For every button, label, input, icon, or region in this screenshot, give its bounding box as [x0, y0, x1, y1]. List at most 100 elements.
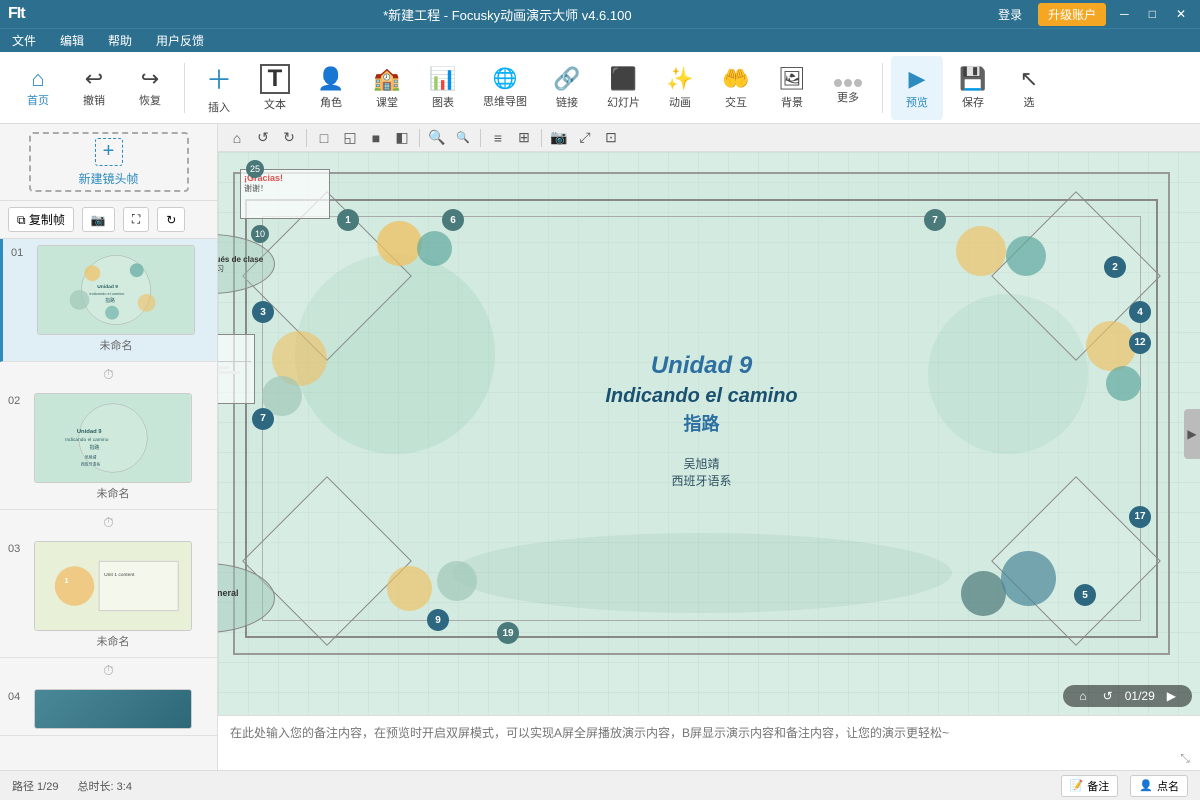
badge-side-left: 7 — [252, 408, 274, 430]
toolbar-animation[interactable]: ✨ 动画 — [654, 56, 706, 120]
divider-icon-3: ⏱ — [103, 662, 114, 679]
circle-dark-2 — [1001, 551, 1056, 606]
toolbar-home-label: 首页 — [27, 92, 49, 108]
notes-input[interactable] — [218, 716, 1170, 770]
toolbar-text-label: 文本 — [264, 96, 286, 112]
menu-edit[interactable]: 编辑 — [56, 30, 88, 51]
slide-number-1: 01 — [11, 247, 29, 259]
toolbar-mindmap[interactable]: 🌐 思维导图 — [473, 56, 537, 120]
badge-3: 3 — [252, 301, 274, 323]
sec-zoom-out-btn[interactable]: 🔍 — [452, 127, 474, 149]
toolbar-text[interactable]: T 文本 — [249, 56, 301, 120]
toolbar-insert-label: 插入 — [208, 99, 230, 115]
toolbar-undo[interactable]: ↩ 撤销 — [68, 56, 120, 120]
statusbar-left: 路径 1/29 总时长: 3:4 — [12, 778, 132, 794]
page-next-button[interactable]: ▶ — [1163, 689, 1180, 703]
sec-zoom-in-btn[interactable]: 🔍 — [426, 127, 448, 149]
toolbar-home[interactable]: ⌂ 首页 — [12, 56, 64, 120]
slide-icon: ⬛ — [610, 66, 637, 92]
sec-grid2-btn[interactable]: ⊡ — [600, 127, 622, 149]
slide-item-4[interactable]: 04 — [0, 683, 217, 736]
close-button[interactable]: ✕ — [1170, 7, 1192, 21]
sec-home-btn[interactable]: ⌂ — [226, 127, 248, 149]
menu-help[interactable]: 帮助 — [104, 30, 136, 51]
toolbar-chart[interactable]: 📊 图表 — [417, 56, 469, 120]
slide-thumb-3-inner: 1 Unit 1 content — [35, 542, 191, 630]
sidebar: + 新建镜头帧 ⧉ 复制帧 📷 ⛶ ↻ 01 — [0, 124, 218, 770]
new-frame-button[interactable]: + 新建镜头帧 — [29, 132, 189, 192]
notes-btn-label: 备注 — [1087, 778, 1109, 794]
notes-expand-button[interactable]: ⤡ — [1170, 716, 1200, 770]
upgrade-button[interactable]: 升级账户 — [1038, 3, 1106, 26]
sec-grid-btn[interactable]: ⊞ — [513, 127, 535, 149]
svg-text:1: 1 — [65, 578, 69, 585]
slide-item-3[interactable]: 03 1 Unit 1 content 未命名 — [0, 535, 217, 658]
sec-rect-btn[interactable]: ◱ — [339, 127, 361, 149]
sec-redo-btn[interactable]: ↻ — [278, 127, 300, 149]
sec-half-btn[interactable]: ◧ — [391, 127, 413, 149]
toolbar-insert[interactable]: ＋ 插入 — [193, 56, 245, 120]
toolbar-classroom[interactable]: 🏫 课堂 — [361, 56, 413, 120]
menu-file[interactable]: 文件 — [8, 30, 40, 51]
svg-text:吴旭靖: 吴旭靖 — [85, 455, 97, 460]
sec-expand-btn[interactable]: ⤢ — [574, 127, 596, 149]
badge-19: 19 — [497, 622, 519, 644]
toolbar-link[interactable]: 🔗 链接 — [541, 56, 593, 120]
login-button[interactable]: 登录 — [990, 4, 1030, 25]
canvas[interactable]: Unidad 9 Indicando el camino 指路 吴旭靖 西班牙语… — [218, 152, 1200, 715]
page-prev-button[interactable]: ⌂ — [1075, 689, 1090, 703]
menu-feedback[interactable]: 用户反馈 — [152, 30, 208, 51]
notes-icon: 📝 — [1070, 779, 1084, 792]
toolbar-bg[interactable]: 🖼 背景 — [766, 56, 818, 120]
chart-icon: 📊 — [429, 66, 456, 92]
screenshot-button[interactable]: 📷 — [82, 207, 115, 232]
toolbar-more-label: 更多 — [837, 89, 859, 105]
title-chinese: 指路 — [605, 410, 797, 439]
home-icon: ⌂ — [31, 68, 44, 90]
toolbar-character-label: 角色 — [320, 94, 342, 110]
toolbar-preview[interactable]: ▶ 预览 — [891, 56, 943, 120]
sec-frame-btn[interactable]: □ — [313, 127, 335, 149]
titlebar: FIt *新建工程 - Focusky动画演示大师 v4.6.100 登录 升级… — [0, 0, 1200, 28]
presentation-frame: Unidad 9 Indicando el camino 指路 吴旭靖 西班牙语… — [233, 172, 1170, 655]
slide-thumb-4 — [34, 689, 192, 729]
toolbar-select-label: 选 — [1024, 94, 1035, 110]
sec-list-btn[interactable]: ≡ — [487, 127, 509, 149]
toolbar-save[interactable]: 💾 保存 — [947, 56, 999, 120]
slide-item-2[interactable]: 02 Unidad 9 Indicando el camino 指路 吴旭靖 西… — [0, 387, 217, 510]
toolbar-character[interactable]: 👤 角色 — [305, 56, 357, 120]
title-main: Unidad 9 — [605, 348, 797, 382]
points-button[interactable]: 👤 点名 — [1130, 775, 1188, 797]
toolbar-interact[interactable]: 🤲 交互 — [710, 56, 762, 120]
slide-item-1[interactable]: 01 Unidad 9 — [0, 239, 217, 362]
page-back-button[interactable]: ↺ — [1099, 689, 1117, 703]
toolbar-bg-label: 背景 — [781, 94, 803, 110]
toolbar-sep-2 — [882, 63, 883, 113]
page-count-text: 01/29 — [1125, 689, 1155, 703]
copy-frame-button[interactable]: ⧉ 复制帧 — [8, 207, 74, 232]
toolbar-link-label: 链接 — [556, 94, 578, 110]
badge-17: 17 — [1129, 506, 1151, 528]
outer-frame: Unidad 9 Indicando el camino 指路 吴旭靖 西班牙语… — [245, 199, 1158, 638]
notes-button[interactable]: 📝 备注 — [1061, 775, 1119, 797]
fullscreen-button[interactable]: ⛶ — [123, 207, 149, 232]
badge-10: 10 — [251, 225, 269, 243]
sec-undo-btn[interactable]: ↺ — [252, 127, 274, 149]
toolbar-more[interactable]: 更多 — [822, 56, 874, 120]
interact-icon: 🤲 — [722, 66, 749, 92]
rotate-button[interactable]: ↻ — [157, 207, 185, 232]
gracias-chinese: 谢谢！ — [244, 183, 326, 194]
toolbar-select[interactable]: ↖ 选 — [1003, 56, 1055, 120]
author-dept: 西班牙语系 — [605, 472, 797, 489]
canvas-right-arrow[interactable]: ▶ — [1184, 409, 1200, 459]
menubar: 文件 编辑 帮助 用户反馈 — [0, 28, 1200, 52]
divider-icon-1: ⏱ — [103, 366, 114, 383]
sec-camera-btn[interactable]: 📷 — [548, 127, 570, 149]
toolbar-redo[interactable]: ↪ 恢复 — [124, 56, 176, 120]
maximize-button[interactable]: □ — [1143, 7, 1162, 21]
minimize-button[interactable]: ─ — [1114, 7, 1135, 21]
circle-yellow-1 — [377, 221, 422, 266]
toolbar-slide[interactable]: ⬛ 幻灯片 — [597, 56, 650, 120]
sec-fill-btn[interactable]: ■ — [365, 127, 387, 149]
slide-thumb-1-inner: Unidad 9 Indicando el camino 指路 — [38, 246, 194, 334]
